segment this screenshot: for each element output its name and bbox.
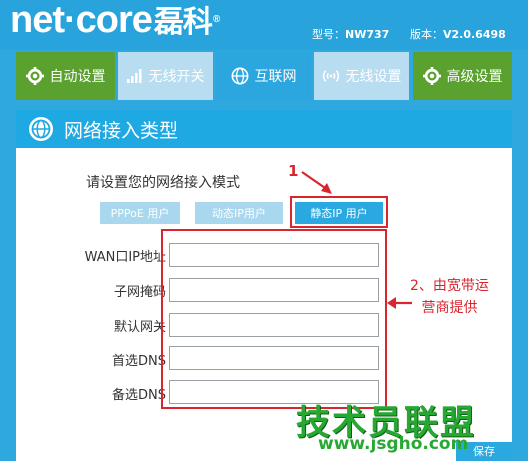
- tab-label: 互联网: [254, 69, 297, 85]
- tab-label: 无线设置: [345, 69, 402, 85]
- subnet-mask-label: 子网掩码: [113, 285, 166, 300]
- watermark-url: www.jsgho.com: [318, 434, 469, 454]
- annotation-arrow-1: [301, 171, 332, 194]
- main-nav: 自动设置 无线开关 互联网 无线设置 高级设置: [0, 52, 528, 100]
- version-info: 版本：V2.0.6498: [410, 26, 506, 42]
- brand-logo: net·core磊科®: [10, 0, 220, 45]
- annotation-arrow-2: [387, 297, 412, 309]
- tab-wireless-settings[interactable]: 无线设置: [314, 52, 409, 100]
- annotation-note-line2: 营商提供: [421, 300, 478, 316]
- network-access-panel: 网络接入类型 请设置您的网络接入模式 PPPoE 用户 动态IP用户 静态IP …: [16, 110, 512, 461]
- logo-reg: ®: [212, 14, 220, 25]
- gear-icon: [25, 67, 44, 85]
- tab-auto-settings[interactable]: 自动设置: [16, 52, 115, 100]
- mode-pppoe-button[interactable]: PPPoE 用户: [100, 202, 180, 224]
- gateway-label: 默认网关: [113, 320, 166, 335]
- model-info: 型号：NW737: [312, 26, 389, 42]
- version-value: V2.0.6498: [443, 28, 506, 41]
- annotation-highlight-fields: [161, 229, 387, 409]
- wifi-icon: [322, 70, 339, 82]
- signal-bars-icon: [126, 69, 141, 83]
- mode-prompt: 请设置您的网络接入模式: [86, 175, 240, 191]
- mode-dhcp-button[interactable]: 动态IP用户: [195, 202, 283, 224]
- header: net·core磊科® 型号：NW737 版本：V2.0.6498: [0, 0, 528, 50]
- page-title: 网络接入类型: [64, 119, 179, 142]
- wan-ip-label: WAN口IP地址: [84, 250, 166, 265]
- gear-icon: [422, 67, 441, 85]
- annotation-marker-1: 1: [288, 162, 299, 180]
- panel-header: 网络接入类型: [16, 110, 512, 148]
- tab-label: 无线开关: [148, 69, 205, 85]
- annotation-note-2: 2、由宽带运 营商提供: [410, 275, 489, 319]
- globe-icon: [29, 117, 53, 141]
- model-value: NW737: [345, 28, 390, 41]
- logo-text: net·core: [10, 0, 153, 41]
- tab-label: 高级设置: [446, 69, 503, 85]
- primary-dns-label: 首选DNS: [112, 354, 166, 369]
- annotation-note-line1: 2、由宽带运: [410, 278, 489, 294]
- globe-icon: [231, 67, 248, 85]
- tab-label: 自动设置: [49, 69, 106, 85]
- secondary-dns-label: 备选DNS: [112, 388, 166, 403]
- tab-wireless-switch[interactable]: 无线开关: [118, 52, 213, 100]
- logo-cn: 磊科: [153, 6, 213, 39]
- model-label: 型号：: [312, 28, 345, 41]
- version-label: 版本：: [410, 28, 443, 41]
- tab-internet[interactable]: 互联网: [216, 52, 311, 100]
- tab-advanced-settings[interactable]: 高级设置: [413, 52, 512, 100]
- annotation-highlight-mode: [290, 196, 388, 228]
